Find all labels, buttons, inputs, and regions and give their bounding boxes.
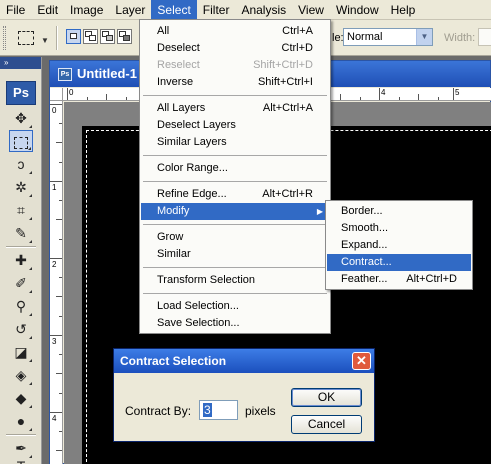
menu-separator: [143, 267, 327, 268]
menu-item-deselect[interactable]: Deselect Ctrl+D: [141, 40, 329, 57]
menu-image[interactable]: Image: [64, 0, 109, 20]
photoshop-logo[interactable]: Ps: [6, 81, 36, 105]
intersect-selection-button[interactable]: [117, 29, 132, 44]
marquee-tool-icon[interactable]: [9, 130, 33, 152]
document-file-icon: Ps: [58, 68, 72, 81]
paint-bucket-tool-icon[interactable]: ◈: [9, 364, 33, 386]
contract-by-label: Contract By:: [125, 404, 192, 418]
menu-item-deselect-layers[interactable]: Deselect Layers: [141, 117, 329, 134]
ruler-label: 4: [381, 88, 386, 97]
menu-item-load-selection[interactable]: Load Selection...: [141, 298, 329, 315]
ruler-origin[interactable]: [50, 88, 63, 101]
ruler-label: 0: [69, 88, 74, 97]
divider: [6, 246, 36, 248]
submenu-item-contract[interactable]: Contract...: [327, 254, 471, 271]
menu-filter[interactable]: Filter: [197, 0, 236, 20]
submenu-item-border[interactable]: Border...: [327, 203, 471, 220]
ruler-vertical[interactable]: 0 1 2 3 4: [50, 101, 63, 464]
options-bar-grip[interactable]: [3, 26, 6, 50]
width-input[interactable]: [478, 28, 491, 46]
divider: [56, 26, 58, 50]
marquee-icon: [18, 31, 34, 45]
submenu-item-feather[interactable]: Feather... Alt+Ctrl+D: [327, 271, 471, 288]
ruler-label: 1: [52, 183, 57, 192]
menu-item-transform-selection[interactable]: Transform Selection: [141, 272, 329, 289]
history-brush-tool-icon[interactable]: ↺: [9, 318, 33, 340]
subtract-from-selection-button[interactable]: [100, 29, 115, 44]
menu-file[interactable]: File: [0, 0, 31, 20]
blur-tool-icon[interactable]: ◆: [9, 387, 33, 409]
style-select[interactable]: Normal ▼: [343, 28, 433, 46]
cancel-button[interactable]: Cancel: [291, 415, 362, 434]
lasso-tool-icon[interactable]: ↄ: [9, 153, 33, 175]
menu-item-inverse[interactable]: Inverse Shift+Ctrl+I: [141, 74, 329, 91]
ok-button[interactable]: OK: [291, 388, 362, 407]
crop-tool-icon[interactable]: ⌗: [9, 199, 33, 221]
ruler-label: 4: [52, 414, 57, 423]
ruler-label: 0: [52, 106, 57, 115]
menu-item-grow[interactable]: Grow: [141, 229, 329, 246]
menu-item-reselect: Reselect Shift+Ctrl+D: [157, 59, 313, 71]
menu-separator: [143, 181, 327, 182]
ruler-label: 3: [52, 337, 57, 346]
dialog-title: Contract Selection: [120, 354, 227, 368]
type-tool-icon[interactable]: T: [9, 455, 33, 464]
brush-tool-icon[interactable]: ✐: [9, 272, 33, 294]
dialog-title-bar[interactable]: Contract Selection ✕: [114, 349, 374, 373]
menu-item-modify[interactable]: Modify ▶: [141, 203, 329, 220]
ruler-label: 2: [52, 260, 57, 269]
chevron-down-icon: ▼: [41, 36, 49, 45]
submenu-item-smooth[interactable]: Smooth...: [327, 220, 471, 237]
contract-selection-dialog: Contract Selection ✕ Contract By: 3 pixe…: [113, 348, 375, 442]
dodge-tool-icon[interactable]: ●: [9, 410, 33, 432]
menu-item-similar[interactable]: Similar: [141, 246, 329, 263]
tool-preset-picker[interactable]: ▼: [14, 27, 50, 49]
style-label: le:: [332, 32, 344, 44]
menu-layer[interactable]: Layer: [109, 0, 151, 20]
menu-separator: [143, 224, 327, 225]
menu-item-save-selection[interactable]: Save Selection...: [141, 315, 329, 332]
menu-bar: File Edit Image Layer Select Filter Anal…: [0, 0, 491, 20]
toolbox: » Ps ✥ ↄ ✲ ⌗ ✎ ✚ ✐ ⚲ ↺ ◪ ◈ ◆ ● ✒ T: [0, 57, 42, 464]
menu-separator: [143, 95, 327, 96]
menu-help[interactable]: Help: [385, 0, 422, 20]
menu-item-similar-layers[interactable]: Similar Layers: [141, 134, 329, 151]
menu-edit[interactable]: Edit: [31, 0, 64, 20]
unit-label: pixels: [245, 404, 276, 418]
menu-item-all-layers[interactable]: All Layers Alt+Ctrl+A: [141, 100, 329, 117]
chevron-down-icon: ▼: [416, 29, 432, 45]
menu-separator: [143, 293, 327, 294]
contract-by-input[interactable]: 3: [199, 400, 238, 420]
menu-view[interactable]: View: [292, 0, 330, 20]
menu-item-color-range[interactable]: Color Range...: [141, 160, 329, 177]
select-menu: All Ctrl+A Deselect Ctrl+D Reselect Shift+C…: [139, 19, 331, 334]
close-icon[interactable]: ✕: [352, 352, 371, 370]
width-label: Width:: [444, 32, 476, 44]
eyedropper-tool-icon[interactable]: ✎: [9, 222, 33, 244]
menu-analysis[interactable]: Analysis: [235, 0, 292, 20]
magic-wand-tool-icon[interactable]: ✲: [9, 176, 33, 198]
add-to-selection-button[interactable]: [83, 29, 98, 44]
healing-brush-tool-icon[interactable]: ✚: [9, 249, 33, 271]
contract-by-value: 3: [203, 403, 212, 417]
toolbox-header[interactable]: »: [0, 57, 41, 69]
eraser-tool-icon[interactable]: ◪: [9, 341, 33, 363]
modify-submenu: Border... Smooth... Expand... Contract..…: [325, 200, 473, 290]
move-tool-icon[interactable]: ✥: [9, 107, 33, 129]
submenu-arrow-icon: ▶: [316, 207, 323, 216]
document-title: Untitled-1: [77, 66, 137, 81]
clone-stamp-tool-icon[interactable]: ⚲: [9, 295, 33, 317]
style-select-value: Normal: [347, 31, 383, 43]
menu-separator: [143, 155, 327, 156]
menu-item-refine-edge[interactable]: Refine Edge... Alt+Ctrl+R: [141, 186, 329, 203]
menu-select[interactable]: Select: [151, 0, 197, 20]
menu-item-all[interactable]: All Ctrl+A: [141, 23, 329, 40]
new-selection-button[interactable]: [66, 29, 81, 44]
ruler-label: 5: [455, 88, 460, 97]
menu-window[interactable]: Window: [330, 0, 385, 20]
divider: [6, 434, 36, 436]
submenu-item-expand[interactable]: Expand...: [327, 237, 471, 254]
